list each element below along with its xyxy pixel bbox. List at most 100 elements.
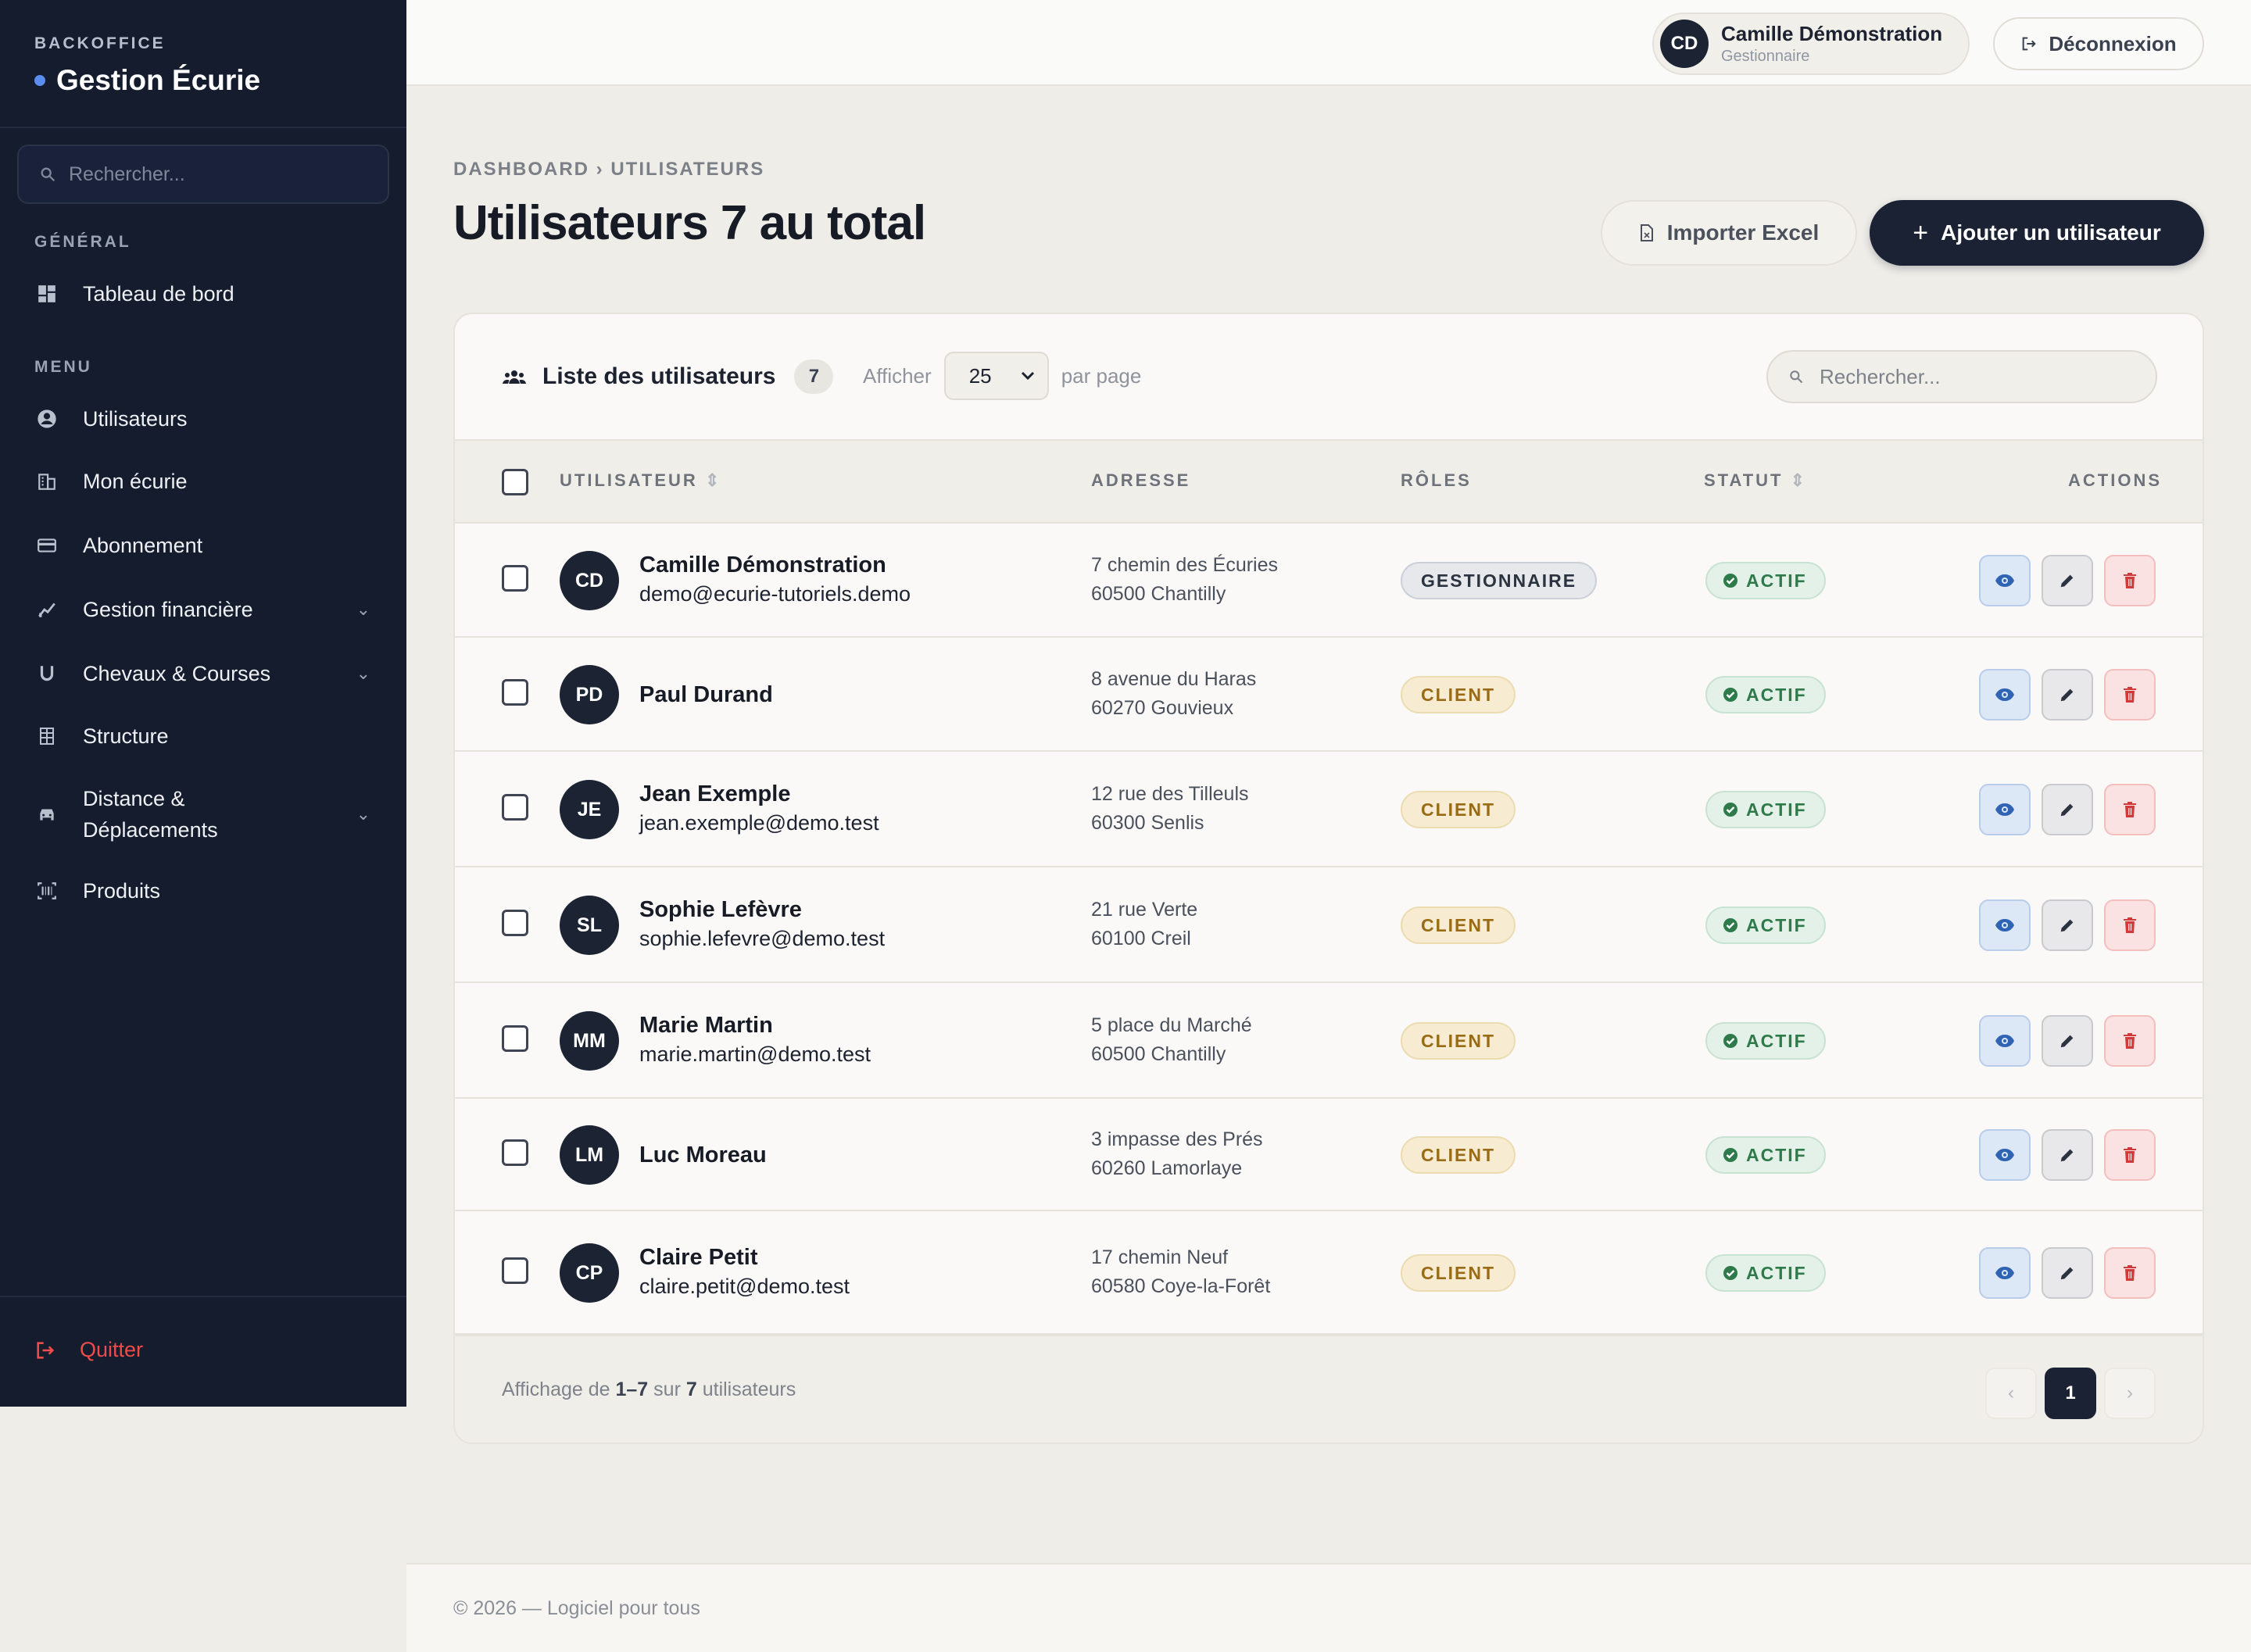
- row-checkbox[interactable]: [502, 910, 528, 936]
- user-name[interactable]: Paul Durand: [639, 682, 773, 708]
- edit-button[interactable]: [2042, 1247, 2093, 1299]
- quit-button[interactable]: Quitter: [34, 1338, 143, 1362]
- user-name[interactable]: Sophie Lefèvre: [639, 897, 802, 923]
- pencil-icon: [2059, 1264, 2076, 1282]
- delete-button[interactable]: [2104, 555, 2156, 606]
- row-checkbox[interactable]: [502, 679, 528, 706]
- quit-label: Quitter: [80, 1338, 144, 1361]
- user-name[interactable]: Camille Démonstration: [639, 552, 886, 578]
- delete-button[interactable]: [2104, 1015, 2156, 1067]
- view-button[interactable]: [1979, 784, 2031, 835]
- page-button-current[interactable]: 1: [2045, 1368, 2096, 1419]
- edit-button[interactable]: [2042, 1015, 2093, 1067]
- address-line-1: 21 rue Verte: [1091, 899, 1198, 921]
- next-page-button[interactable]: ›: [2104, 1368, 2156, 1419]
- user-email: marie.martin@demo.test: [639, 1042, 871, 1066]
- select-all-checkbox[interactable]: [502, 469, 528, 495]
- status-label: ACTIF: [1746, 914, 1807, 935]
- view-button[interactable]: [1979, 555, 2031, 606]
- sidebar-search-input[interactable]: Rechercher...: [17, 145, 389, 204]
- user-menu[interactable]: CD Camille Démonstration Gestionnaire: [1652, 13, 1970, 75]
- user-name[interactable]: Marie Martin: [639, 1013, 773, 1039]
- role-badge: CLIENT: [1401, 676, 1516, 713]
- user-email: claire.petit@demo.test: [639, 1275, 850, 1298]
- sidebar-item-subscription[interactable]: Abonnement: [34, 533, 378, 558]
- brand-title[interactable]: Gestion Écurie: [34, 64, 372, 97]
- address-line-2: 60300 Senlis: [1091, 812, 1204, 834]
- table-row: JE Jean Exemple jean.exemple@demo.test 12 r…: [455, 752, 2203, 867]
- view-button[interactable]: [1979, 1015, 2031, 1067]
- delete-button[interactable]: [2104, 1247, 2156, 1299]
- row-checkbox[interactable]: [502, 565, 528, 592]
- brand-dot-icon: [34, 75, 45, 86]
- per-page-value: 25: [968, 363, 992, 388]
- prev-page-button[interactable]: ‹: [1985, 1368, 2037, 1419]
- user-name: Camille Démonstration: [1721, 22, 1943, 45]
- column-user-label: UTILISATEUR: [560, 470, 698, 490]
- row-checkbox[interactable]: [502, 1257, 528, 1284]
- view-button[interactable]: [1979, 1247, 2031, 1299]
- delete-button[interactable]: [2104, 669, 2156, 721]
- sidebar-item-horses[interactable]: Chevaux & Courses ⌄: [34, 661, 378, 686]
- user-name[interactable]: Luc Moreau: [639, 1142, 767, 1168]
- row-checkbox[interactable]: [502, 1139, 528, 1166]
- address-line-2: 60270 Gouvieux: [1091, 697, 1234, 719]
- trash-icon: [2123, 572, 2137, 589]
- status-badge: ACTIF: [1705, 676, 1826, 713]
- sidebar-item-label: Abonnement: [83, 533, 203, 557]
- summary-mid: sur: [653, 1378, 681, 1400]
- user-name[interactable]: Claire Petit: [639, 1245, 758, 1271]
- sidebar-item-dashboard[interactable]: Tableau de bord: [34, 281, 378, 306]
- import-excel-button[interactable]: Importer Excel: [1601, 200, 1857, 266]
- sidebar: BACKOFFICE Gestion Écurie Rechercher... …: [0, 0, 406, 1407]
- role-badge: CLIENT: [1401, 1254, 1516, 1292]
- edit-button[interactable]: [2042, 899, 2093, 951]
- sidebar-item-users[interactable]: Utilisateurs: [34, 406, 378, 431]
- status-badge: ACTIF: [1705, 791, 1826, 828]
- sidebar-item-stable[interactable]: Mon écurie: [34, 469, 378, 494]
- edit-button[interactable]: [2042, 784, 2093, 835]
- status-badge: ACTIF: [1705, 1254, 1826, 1292]
- sidebar-item-structure[interactable]: Structure: [34, 724, 378, 749]
- sidebar-item-label: Tableau de bord: [83, 281, 234, 306]
- table-search-input[interactable]: Rechercher...: [1766, 350, 2157, 403]
- table-search-placeholder: Rechercher...: [1820, 364, 1941, 388]
- avatar: MM: [560, 1011, 619, 1071]
- add-user-button[interactable]: + Ajouter un utilisateur: [1870, 200, 2204, 266]
- edit-button[interactable]: [2042, 555, 2093, 606]
- edit-button[interactable]: [2042, 669, 2093, 721]
- column-status[interactable]: STATUT ⇕: [1704, 470, 1807, 491]
- eye-icon: [1995, 802, 2015, 817]
- delete-button[interactable]: [2104, 1129, 2156, 1181]
- address-line-1: 12 rue des Tilleuls: [1091, 783, 1249, 805]
- chevron-down-icon: ⌄: [356, 804, 370, 824]
- user-name[interactable]: Jean Exemple: [639, 781, 790, 807]
- logout-button[interactable]: Déconnexion: [1993, 17, 2204, 70]
- sidebar-item-distance[interactable]: Distance & Déplacements ⌄: [34, 783, 378, 846]
- column-user[interactable]: UTILISATEUR ⇕: [560, 470, 721, 491]
- add-user-label: Ajouter un utilisateur: [1941, 220, 2161, 245]
- view-button[interactable]: [1979, 899, 2031, 951]
- status-label: ACTIF: [1746, 684, 1807, 705]
- sidebar-item-products[interactable]: Produits: [34, 878, 378, 903]
- sidebar-item-finance[interactable]: Gestion financière ⌄: [34, 597, 378, 622]
- delete-button[interactable]: [2104, 899, 2156, 951]
- view-button[interactable]: [1979, 1129, 2031, 1181]
- role-badge: GESTIONNAIRE: [1401, 562, 1598, 599]
- count-badge: 7: [794, 359, 834, 394]
- trash-icon: [2123, 686, 2137, 703]
- eye-icon: [1995, 573, 2015, 588]
- status-badge: ACTIF: [1705, 906, 1826, 944]
- delete-button[interactable]: [2104, 784, 2156, 835]
- sidebar-item-label: Structure: [83, 724, 169, 748]
- row-checkbox[interactable]: [502, 1025, 528, 1052]
- check-circle-icon: [1723, 1265, 1738, 1281]
- view-button[interactable]: [1979, 669, 2031, 721]
- per-page-select[interactable]: 25: [943, 352, 1049, 400]
- brand: BACKOFFICE Gestion Écurie: [0, 0, 406, 128]
- avatar: PD: [560, 665, 619, 724]
- edit-button[interactable]: [2042, 1129, 2093, 1181]
- row-checkbox[interactable]: [502, 794, 528, 821]
- column-roles: RÔLES: [1401, 470, 1472, 490]
- table-header: UTILISATEUR ⇕ ADRESSE RÔLES STATUT ⇕ ACT…: [455, 439, 2203, 524]
